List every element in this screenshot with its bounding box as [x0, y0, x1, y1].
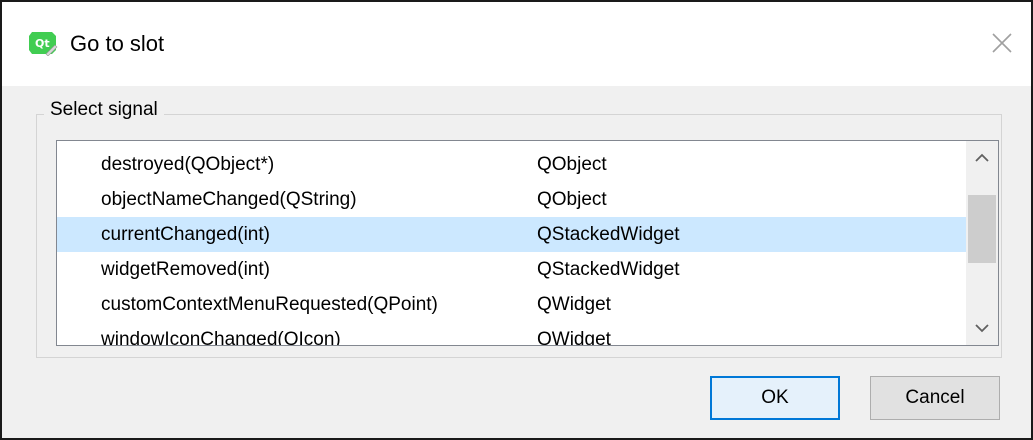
select-signal-label: Select signal	[44, 98, 164, 122]
signal-row[interactable]: customContextMenuRequested(QPoint) QWidge…	[57, 287, 967, 322]
ok-button[interactable]: OK	[710, 376, 840, 420]
qt-designer-icon: Qt	[28, 30, 58, 57]
signal-list[interactable]: destroyed(QObject*) QObject objectNameChan…	[56, 140, 999, 346]
signal-name: destroyed(QObject*)	[101, 154, 275, 175]
go-to-slot-dialog: Qt Go to slot Select signal destroyed(QO…	[0, 0, 1033, 440]
window-title: Go to slot	[70, 31, 165, 56]
signal-name: currentChanged(int)	[101, 224, 270, 245]
signal-name: windowIconChanged(QIcon)	[101, 329, 341, 346]
signal-row[interactable]: destroyed(QObject*) QObject	[57, 147, 967, 182]
signal-class: QStackedWidget	[537, 224, 680, 245]
cancel-button[interactable]: Cancel	[870, 376, 1000, 420]
signal-class: QObject	[537, 154, 607, 175]
scrollbar-thumb[interactable]	[968, 195, 996, 263]
svg-text:Qt: Qt	[35, 37, 50, 50]
signal-class: QObject	[537, 189, 607, 210]
title-bar: Qt Go to slot	[2, 2, 1031, 86]
signal-row[interactable]: currentChanged(int) QStackedWidget	[57, 217, 967, 252]
scroll-up-chevron-icon[interactable]	[966, 141, 998, 175]
signal-row[interactable]: windowIconChanged(QIcon) QWidget	[57, 322, 967, 346]
signal-rows: destroyed(QObject*) QObject objectNameChan…	[57, 147, 967, 346]
signal-name: customContextMenuRequested(QPoint)	[101, 294, 438, 315]
signal-class: QWidget	[537, 329, 611, 346]
signal-name: objectNameChanged(QString)	[101, 189, 357, 210]
signal-name: widgetRemoved(int)	[101, 259, 270, 280]
close-icon[interactable]	[987, 28, 1017, 58]
signal-class: QStackedWidget	[537, 259, 680, 280]
scroll-down-chevron-icon[interactable]	[966, 311, 998, 345]
signal-class: QWidget	[537, 294, 611, 315]
vertical-scrollbar[interactable]	[966, 141, 998, 345]
signal-row[interactable]: objectNameChanged(QString) QObject	[57, 182, 967, 217]
signal-row[interactable]: widgetRemoved(int) QStackedWidget	[57, 252, 967, 287]
